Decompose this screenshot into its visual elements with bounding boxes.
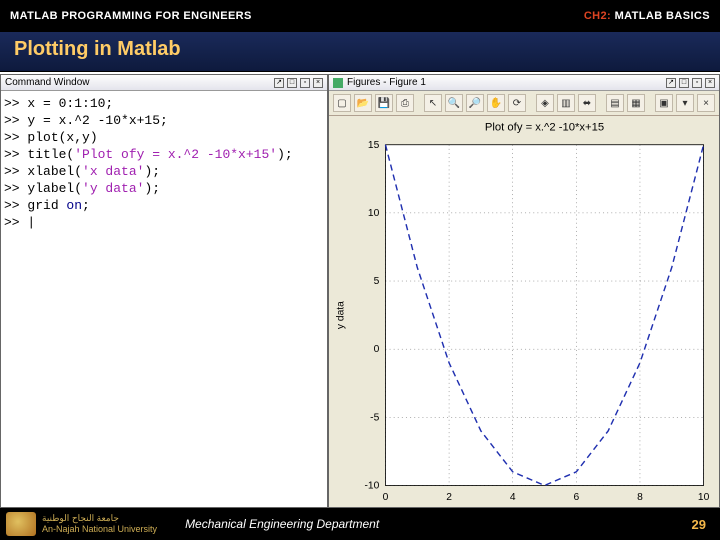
svg-text:8: 8 bbox=[637, 492, 643, 503]
department-name: Mechanical Engineering Department bbox=[185, 517, 379, 531]
maximize-icon[interactable]: ▫ bbox=[692, 78, 702, 88]
chapter-title: MATLAB BASICS bbox=[615, 10, 710, 22]
slide-title: Plotting in Matlab bbox=[0, 32, 720, 72]
undock-icon[interactable]: ↗ bbox=[274, 78, 284, 88]
svg-text:15: 15 bbox=[368, 140, 380, 151]
svg-text:0: 0 bbox=[374, 344, 380, 355]
chapter-prefix: CH2: bbox=[584, 10, 611, 22]
legend-icon[interactable]: ▦ bbox=[627, 94, 645, 112]
figure-window-title: Figures - Figure 1 bbox=[347, 77, 663, 88]
datacursor-icon[interactable]: ◈ bbox=[536, 94, 554, 112]
link-icon[interactable]: ⬌ bbox=[578, 94, 596, 112]
command-window: Command Window ↗ □ ▫ × >> x = 0:1:10;>> … bbox=[0, 74, 328, 508]
chevron-down-icon[interactable]: ▾ bbox=[676, 94, 694, 112]
undock-icon[interactable]: ↗ bbox=[666, 78, 676, 88]
svg-text:y data: y data bbox=[335, 301, 346, 329]
svg-text:-5: -5 bbox=[370, 412, 379, 423]
brush-icon[interactable]: ▥ bbox=[557, 94, 575, 112]
svg-text:6: 6 bbox=[573, 492, 579, 503]
minimize-icon[interactable]: □ bbox=[287, 78, 297, 88]
header-left: MATLAB PROGRAMMING FOR ENGINEERS bbox=[10, 10, 252, 22]
colorbar-icon[interactable]: ▤ bbox=[606, 94, 624, 112]
zoom-out-icon[interactable]: 🔎 bbox=[466, 94, 484, 112]
open-icon[interactable]: 📂 bbox=[354, 94, 372, 112]
dock-icon[interactable]: ▣ bbox=[655, 94, 673, 112]
close-icon[interactable]: × bbox=[697, 94, 715, 112]
pointer-icon[interactable]: ↖ bbox=[424, 94, 442, 112]
svg-text:5: 5 bbox=[374, 276, 380, 287]
svg-text:-10: -10 bbox=[364, 481, 379, 492]
rotate-icon[interactable]: ⟳ bbox=[508, 94, 526, 112]
svg-text:0: 0 bbox=[383, 492, 389, 503]
figure-window: Figures - Figure 1 ↗ □ ▫ × ▢📂💾⎙ ↖🔍🔎✋⟳ ◈▥⬌ ▤… bbox=[328, 74, 720, 508]
header-right: CH2: MATLAB BASICS bbox=[584, 10, 710, 22]
save-icon[interactable]: 💾 bbox=[375, 94, 393, 112]
new-icon[interactable]: ▢ bbox=[333, 94, 351, 112]
svg-text:4: 4 bbox=[510, 492, 516, 503]
chart: 0 2 4 6 8 10 -10 -5 0 5 10 15 Plot ofy = x.^2 -10*x+… bbox=[329, 116, 719, 527]
svg-text:Plot ofy = x.^2 -10*x+15: Plot ofy = x.^2 -10*x+15 bbox=[485, 121, 604, 133]
figure-toolbar: ▢📂💾⎙ ↖🔍🔎✋⟳ ◈▥⬌ ▤▦ ▣▾× bbox=[329, 91, 719, 116]
university-name: جامعة النجاح الوطنية An-Najah National U… bbox=[42, 513, 157, 535]
university-en: An-Najah National University bbox=[42, 524, 157, 535]
command-window-title: Command Window bbox=[5, 77, 271, 88]
print-icon[interactable]: ⎙ bbox=[396, 94, 414, 112]
svg-text:2: 2 bbox=[446, 492, 452, 503]
svg-text:10: 10 bbox=[368, 208, 380, 219]
minimize-icon[interactable]: □ bbox=[679, 78, 689, 88]
maximize-icon[interactable]: ▫ bbox=[300, 78, 310, 88]
svg-text:10: 10 bbox=[698, 492, 710, 503]
footer-bar: جامعة النجاح الوطنية An-Najah National U… bbox=[0, 508, 720, 540]
header-bar: MATLAB PROGRAMMING FOR ENGINEERS CH2: MA… bbox=[0, 0, 720, 32]
figure-icon bbox=[333, 78, 343, 88]
close-icon[interactable]: × bbox=[705, 78, 715, 88]
university-ar: جامعة النجاح الوطنية bbox=[42, 513, 157, 524]
zoom-in-icon[interactable]: 🔍 bbox=[445, 94, 463, 112]
page-number: 29 bbox=[692, 517, 706, 532]
figure-window-titlebar: Figures - Figure 1 ↗ □ ▫ × bbox=[329, 75, 719, 91]
command-window-code[interactable]: >> x = 0:1:10;>> y = x.^2 -10*x+15;>> pl… bbox=[1, 91, 327, 235]
plot-area: 0 2 4 6 8 10 -10 -5 0 5 10 15 Plot ofy = x.^2 -10*x+… bbox=[329, 116, 719, 507]
university-logo bbox=[6, 512, 36, 536]
pan-icon[interactable]: ✋ bbox=[487, 94, 505, 112]
command-window-titlebar: Command Window ↗ □ ▫ × bbox=[1, 75, 327, 91]
close-icon[interactable]: × bbox=[313, 78, 323, 88]
